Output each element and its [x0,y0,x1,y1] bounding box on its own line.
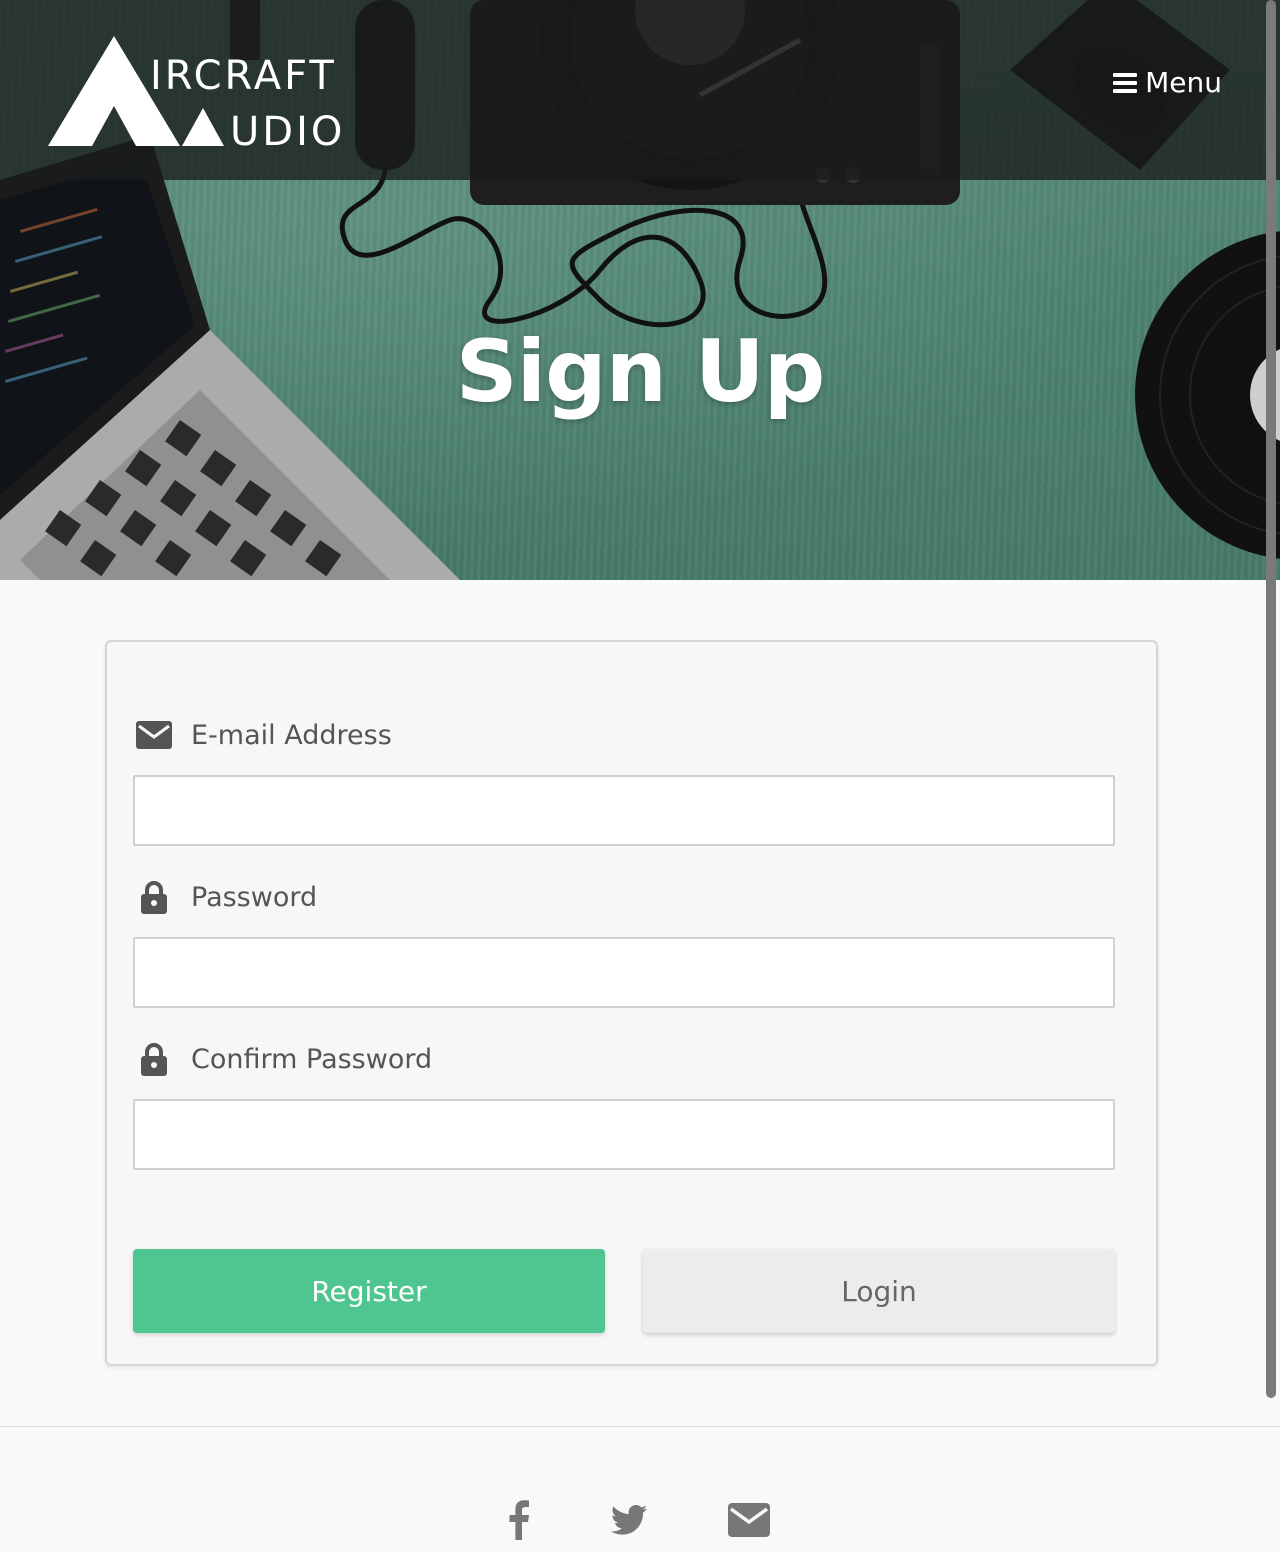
hamburger-icon [1113,72,1138,93]
email-label: E-mail Address [135,718,392,752]
navbar: IRCRAFT UDIO Menu [0,0,1280,180]
register-button[interactable]: Register [133,1249,605,1333]
scrollbar-thumb[interactable] [1266,0,1276,1398]
confirm-password-label: Confirm Password [135,1042,432,1076]
page-title: Sign Up [455,322,826,422]
twitter-icon[interactable] [606,1497,652,1543]
lock-icon [135,1042,173,1076]
login-button[interactable]: Login [643,1249,1115,1333]
page-scrollbar[interactable] [1266,0,1276,1400]
email-icon[interactable] [726,1497,772,1543]
password-input[interactable] [133,937,1115,1008]
brand-logo[interactable]: IRCRAFT UDIO [48,36,342,152]
confirm-password-label-text: Confirm Password [191,1043,433,1075]
menu-button[interactable]: Menu [1113,66,1222,99]
password-label-text: Password [191,881,318,913]
confirm-password-input[interactable] [133,1099,1115,1170]
lock-icon [135,880,173,914]
hero-banner: IRCRAFT UDIO Menu Sign Up [0,0,1280,580]
footer [0,1426,1280,1552]
brand-text-line1: IRCRAFT [150,53,337,99]
password-label: Password [135,880,317,914]
signup-form-card: E-mail Address Password Confirm Password… [105,640,1158,1366]
email-input[interactable] [133,775,1115,846]
brand-text-line2: UDIO [230,109,346,155]
facebook-icon[interactable] [496,1497,542,1543]
envelope-icon [135,718,173,752]
menu-label: Menu [1145,66,1222,99]
email-label-text: E-mail Address [191,719,392,751]
